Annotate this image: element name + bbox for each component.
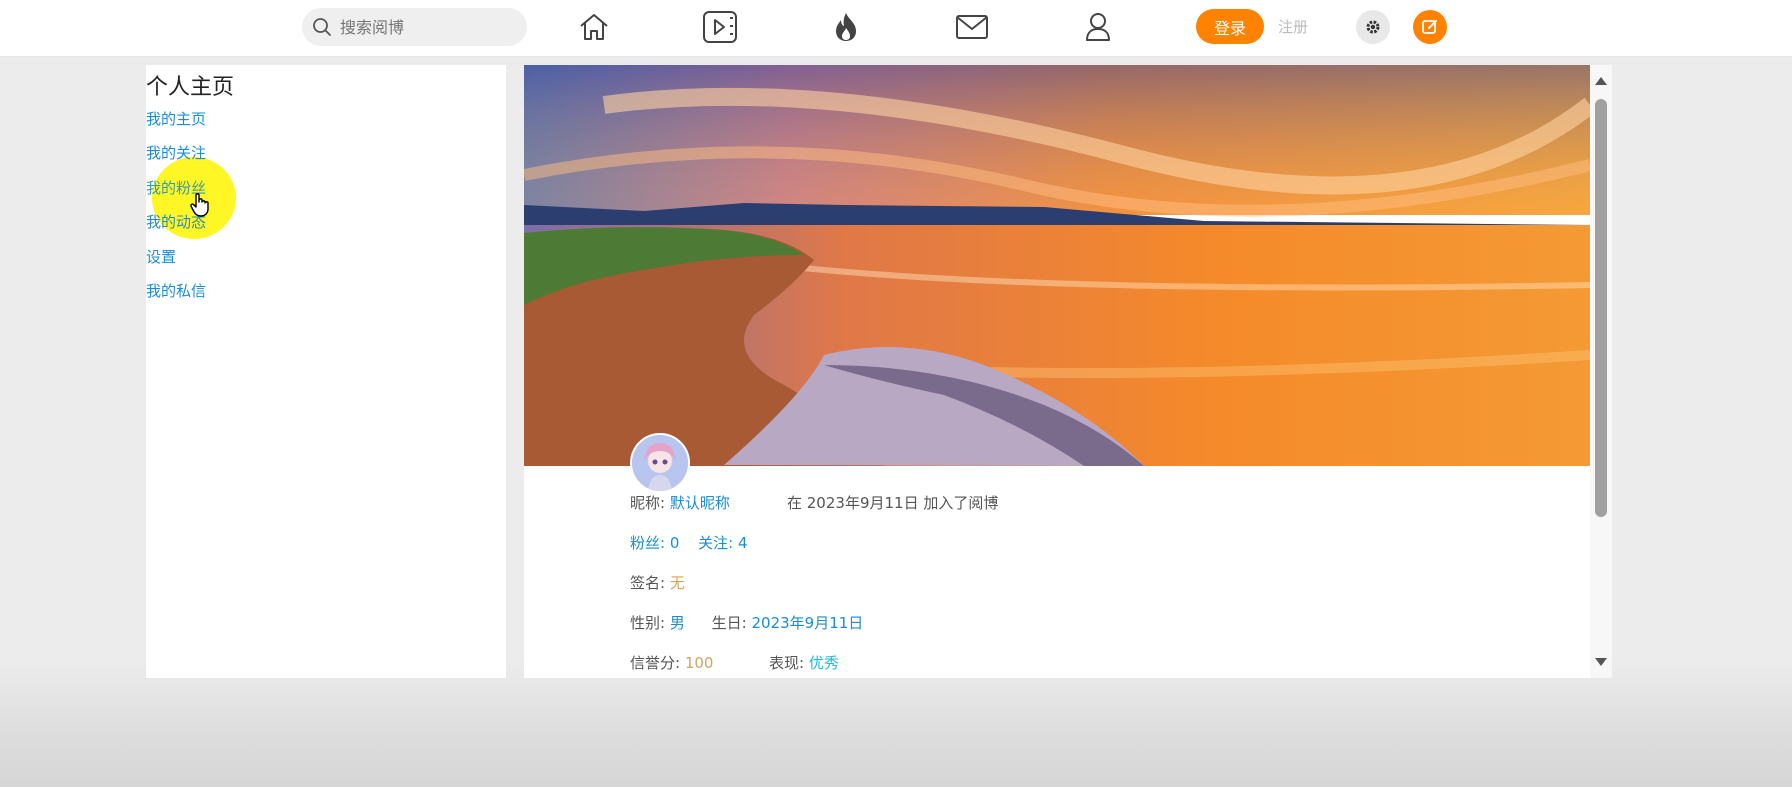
follow-count: 4: [738, 534, 748, 552]
hand-cursor-icon: [190, 193, 209, 217]
signature-label: 签名:: [630, 574, 666, 592]
avatar[interactable]: [630, 433, 690, 493]
nickname-row: 昵称: 默认昵称: [630, 492, 730, 513]
credit-row: 信誉分: 100: [630, 652, 713, 673]
performance-row: 表现: 优秀: [769, 652, 839, 673]
cover-image: [524, 65, 1590, 466]
search-input[interactable]: [338, 16, 512, 38]
user-icon[interactable]: [1078, 8, 1118, 46]
scrollbar[interactable]: [1590, 65, 1612, 678]
birthday-label: 生日:: [711, 614, 747, 632]
profile-main-panel: 昵称: 默认昵称 在 2023年9月11日 加入了阅博 粉丝: 0 关注: 4 …: [524, 65, 1612, 678]
home-icon[interactable]: [574, 8, 614, 46]
video-icon[interactable]: [700, 8, 740, 46]
edit-post-icon[interactable]: [1413, 10, 1447, 44]
fans-follow-row: 粉丝: 0 关注: 4: [630, 532, 748, 553]
fans-label: 粉丝:: [630, 534, 666, 552]
signature-row: 签名: 无: [630, 572, 685, 593]
birthday-value: 2023年9月11日: [751, 614, 864, 632]
sidebar-item-my-messages[interactable]: 我的私信: [146, 280, 206, 301]
login-button[interactable]: 登录: [1196, 9, 1264, 44]
fans-count: 0: [669, 534, 680, 552]
profile-sidebar: 个人主页 我的主页 我的关注 我的粉丝 我的动态 设置 我的私信: [146, 65, 506, 678]
sidebar-title: 个人主页: [146, 75, 235, 100]
performance-value: 优秀: [808, 654, 839, 672]
joined-date-text: 在 2023年9月11日 加入了阅博: [787, 494, 999, 512]
signature-value: 无: [669, 574, 685, 592]
performance-label: 表现:: [769, 654, 805, 672]
nickname-value: 默认昵称: [669, 494, 730, 512]
top-nav-bar: 登录 注册: [0, 0, 1792, 57]
scroll-up-arrow[interactable]: [1595, 77, 1607, 85]
search-icon: [313, 18, 331, 36]
gender-value: 男: [669, 614, 685, 632]
gender-birthday-row: 性别: 男 生日: 2023年9月11日: [630, 612, 863, 633]
settings-gear-icon[interactable]: [1356, 10, 1390, 44]
credit-value: 100: [684, 654, 714, 672]
register-link[interactable]: 注册: [1278, 16, 1308, 37]
sidebar-item-my-home[interactable]: 我的主页: [146, 108, 206, 129]
sidebar-item-settings[interactable]: 设置: [146, 246, 176, 267]
fans-link[interactable]: 粉丝: 0: [630, 534, 679, 552]
hot-icon[interactable]: [826, 8, 866, 46]
follow-link[interactable]: 关注: 4: [698, 534, 747, 552]
scroll-down-arrow[interactable]: [1595, 658, 1607, 666]
mail-icon[interactable]: [952, 8, 992, 46]
nickname-label: 昵称:: [630, 494, 666, 512]
gender-label: 性别:: [630, 614, 666, 632]
sidebar-item-my-following[interactable]: 我的关注: [146, 142, 206, 163]
scroll-thumb[interactable]: [1595, 99, 1607, 517]
follow-label: 关注:: [698, 534, 734, 552]
credit-label: 信誉分:: [630, 654, 681, 672]
search-box[interactable]: [302, 8, 527, 46]
